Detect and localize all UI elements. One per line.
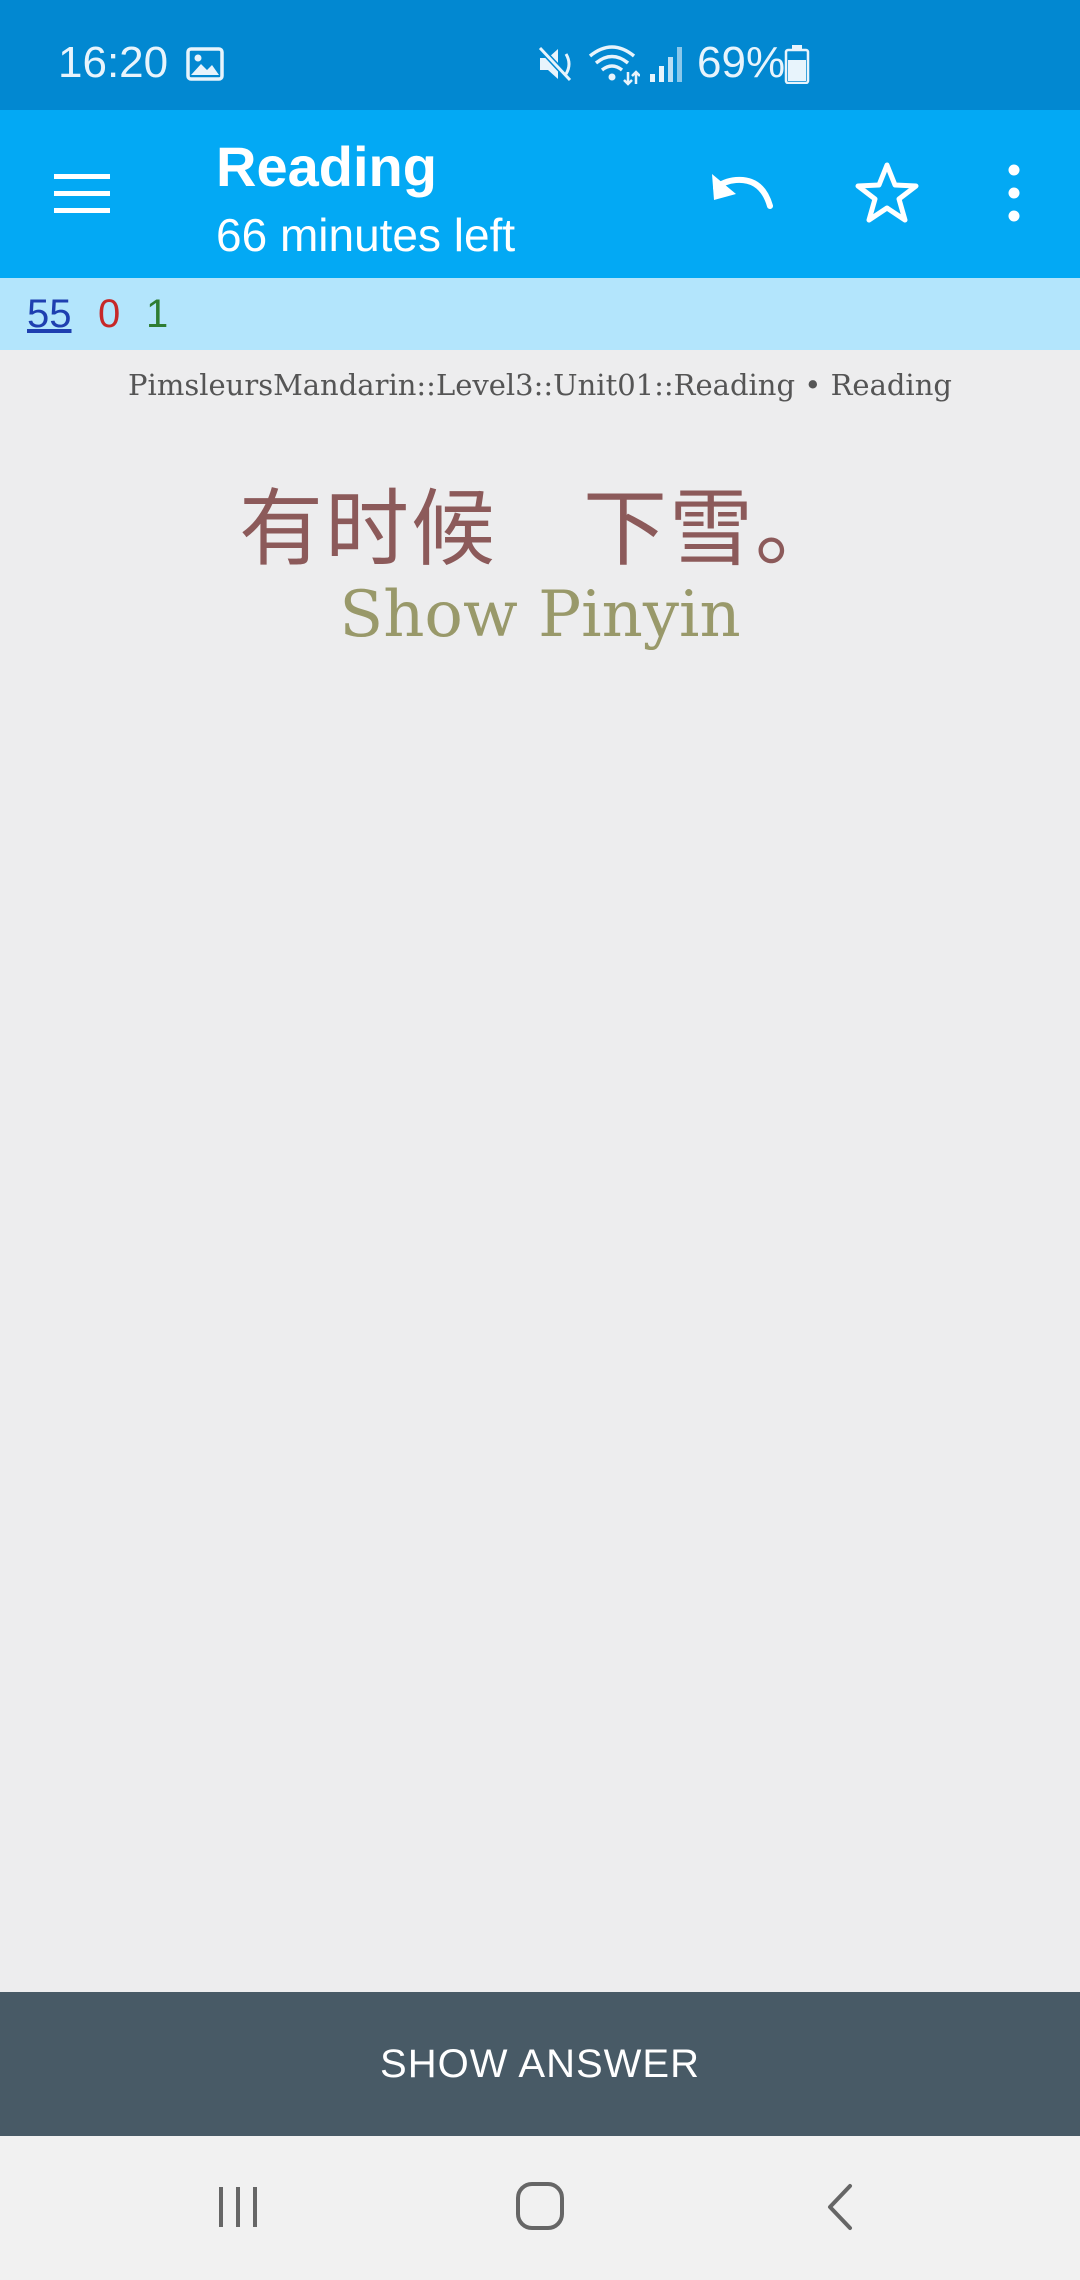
mute-icon <box>537 45 573 83</box>
new-count[interactable]: 55 <box>27 292 72 337</box>
menu-icon[interactable] <box>50 162 116 226</box>
system-nav-bar <box>0 2136 1080 2280</box>
status-bar: 16:20 69% <box>0 0 1080 110</box>
time-left-subtitle: 66 minutes left <box>216 209 516 261</box>
review-count: 1 <box>146 292 169 336</box>
home-icon[interactable] <box>514 2180 566 2232</box>
learning-count: 0 <box>98 292 121 336</box>
show-pinyin-toggle: Show Pinyin <box>0 578 1080 652</box>
battery-percent: 69% <box>697 38 786 87</box>
app-bar: Reading 66 minutes left <box>0 110 1080 278</box>
more-vert-icon[interactable] <box>994 160 1034 226</box>
recents-icon[interactable] <box>214 2182 262 2232</box>
show-answer-button[interactable]: SHOW ANSWER <box>0 1992 1080 2136</box>
star-icon[interactable] <box>854 160 920 226</box>
signal-icon <box>650 47 682 82</box>
status-time: 16:20 <box>58 38 169 87</box>
card-counts-bar: 55 0 1 <box>0 278 1080 350</box>
card-front-text: 有时候 下雪。 <box>238 480 842 578</box>
undo-icon[interactable] <box>706 162 776 226</box>
deck-path: PimsleursMandarin::Level3::Unit01::Readi… <box>128 368 952 402</box>
battery-icon <box>784 45 810 84</box>
page-title: Reading <box>216 135 437 198</box>
image-icon <box>186 47 224 81</box>
back-icon[interactable] <box>822 2182 856 2232</box>
screen: 16:20 69% Reading 66 minutes left 55 0 1… <box>0 0 1080 2280</box>
wifi-icon <box>588 45 640 86</box>
show-pinyin-link[interactable]: Show Pinyin <box>339 578 740 652</box>
